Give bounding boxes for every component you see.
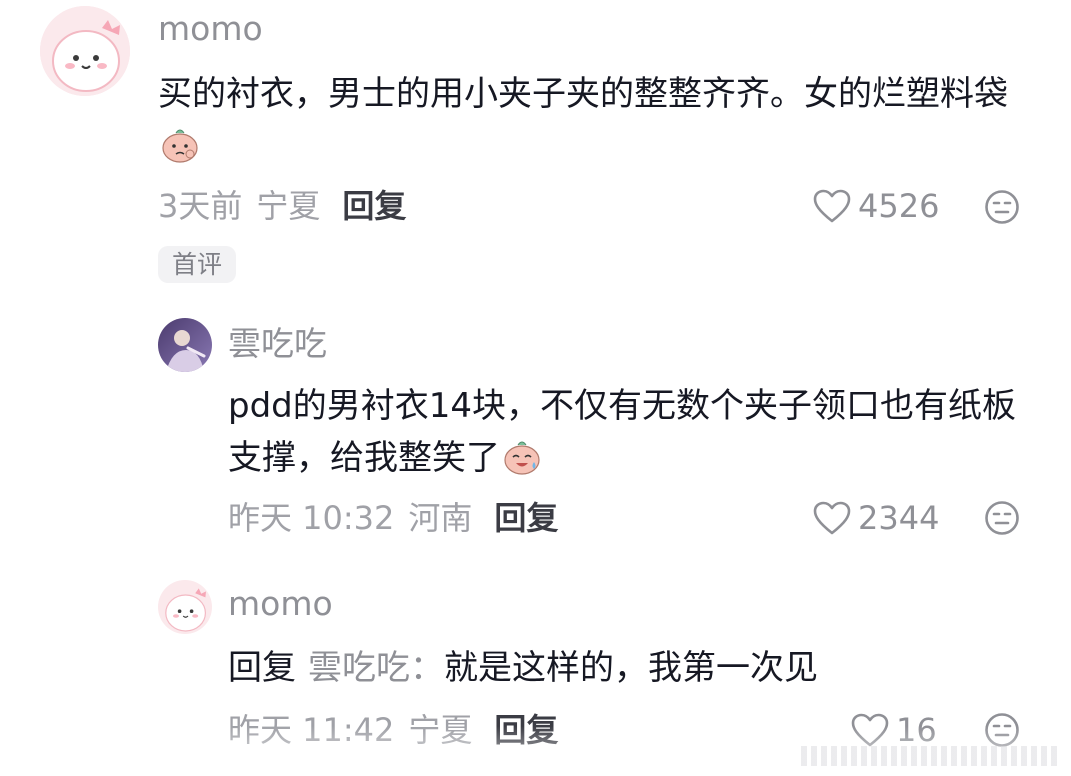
like-button[interactable]: 4526: [812, 188, 939, 224]
comment-text: 买的衬衣，男士的用小夹子夹的整整齐齐。女的烂塑料袋: [158, 68, 1028, 172]
comment-location: 宁夏: [408, 711, 473, 749]
reply-button[interactable]: 回复: [494, 499, 558, 537]
like-button[interactable]: 2344: [812, 500, 939, 536]
comment-meta: 昨天 11:42 宁夏 回复: [228, 714, 558, 746]
comment-username[interactable]: momo: [158, 12, 263, 45]
pink-dinosaur-avatar[interactable]: [158, 580, 212, 634]
like-count: 4526: [858, 187, 940, 225]
dislike-button[interactable]: [984, 712, 1020, 748]
comment-username[interactable]: momo: [228, 587, 333, 620]
heart-icon: [813, 189, 851, 223]
unhappy-face-icon: [985, 713, 1019, 747]
comment-text: pdd的男衬衣14块，不仅有无数个夹子领口也有纸板支撑，给我整笑了: [228, 380, 1048, 484]
comment-time: 昨天 11:42: [228, 711, 395, 749]
like-count: 2344: [858, 499, 940, 537]
like-button[interactable]: 16: [850, 712, 937, 748]
reply-target-username[interactable]: 雲吃吃：: [308, 648, 444, 688]
like-count: 16: [896, 711, 937, 749]
heart-icon: [851, 713, 889, 747]
comment-meta: 3天前 宁夏 回复: [158, 190, 406, 222]
dislike-button[interactable]: [984, 500, 1020, 536]
first-comment-badge: 首评: [158, 246, 237, 283]
dislike-button[interactable]: [984, 189, 1020, 225]
comment-text-body: 就是这样的，我第一次见: [444, 648, 818, 688]
reply-button[interactable]: 回复: [494, 711, 558, 749]
reply-prefix: 回复: [228, 648, 296, 688]
comment-text-body: pdd的男衬衣14块，不仅有无数个夹子领口也有纸板支撑，给我整笑了: [228, 386, 1017, 478]
purple-photo-avatar[interactable]: [158, 318, 212, 372]
thinking-face-emoji-icon: [160, 124, 200, 164]
comment-username[interactable]: 雲吃吃: [228, 327, 327, 360]
comment-time: 3天前: [158, 187, 243, 225]
comment-text: 回复 雲吃吃：就是这样的，我第一次见: [228, 642, 1048, 694]
reply-button[interactable]: 回复: [342, 187, 406, 225]
unhappy-face-icon: [985, 190, 1019, 224]
watermark: [801, 746, 1061, 766]
unhappy-face-icon: [985, 501, 1019, 535]
comment-meta: 昨天 10:32 河南 回复: [228, 502, 558, 534]
comment-time: 昨天 10:32: [228, 499, 395, 537]
pink-dinosaur-avatar[interactable]: [40, 6, 130, 96]
comment-text-body: 买的衬衣，男士的用小夹子夹的整整齐齐。女的烂塑料袋: [158, 74, 1008, 114]
heart-icon: [813, 501, 851, 535]
comment-location: 宁夏: [256, 187, 321, 225]
comment-location: 河南: [408, 499, 473, 537]
sweating-laugh-emoji-icon: [502, 436, 542, 476]
